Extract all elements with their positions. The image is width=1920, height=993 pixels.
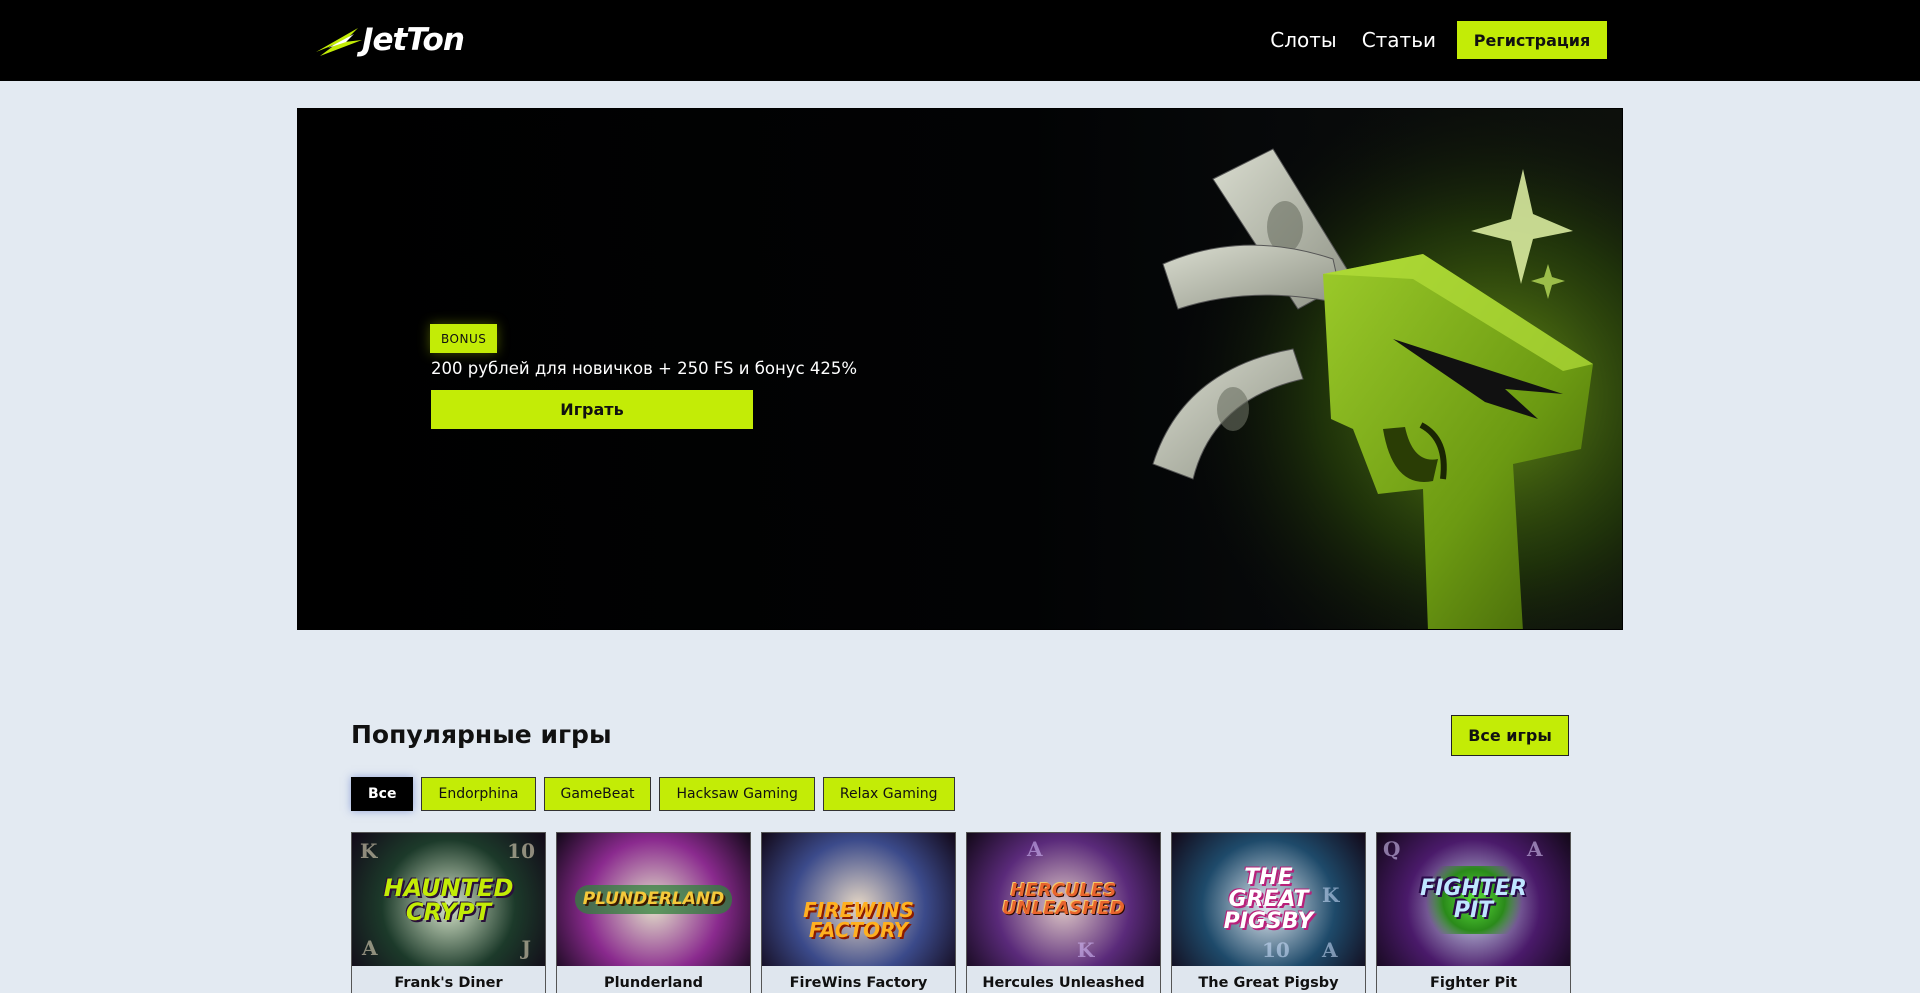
nav-link-articles[interactable]: Статьи <box>1362 28 1436 52</box>
logo-arrow-icon <box>316 28 362 56</box>
games-grid: K 10 A J HAUNTED CRYPT Frank's Diner PLU… <box>351 832 1571 993</box>
bonus-description: 200 рублей для новичков + 250 FS и бонус… <box>431 359 858 378</box>
popular-games-title: Популярные игры <box>351 720 612 749</box>
logo-text: JetTon <box>362 22 465 58</box>
filter-endorphina[interactable]: Endorphina <box>421 777 536 811</box>
game-logo: PLUNDERLAND <box>574 885 733 914</box>
game-name: Plunderland <box>557 966 750 993</box>
game-logo: FIGHTER PIT <box>1413 865 1534 934</box>
game-logo: HERCULES UNLEASHED <box>1002 879 1125 919</box>
filter-gamebeat[interactable]: GameBeat <box>543 777 652 811</box>
game-name: Fighter Pit <box>1377 966 1570 993</box>
game-card-hercules-unleashed[interactable]: A K HERCULES UNLEASHED Hercules Unleashe… <box>966 832 1161 993</box>
register-button[interactable]: Регистрация <box>1457 21 1607 59</box>
game-thumbnail: PLUNDERLAND <box>557 833 750 966</box>
game-card-firewins-factory[interactable]: FIREWINS FACTORY FireWins Factory <box>761 832 956 993</box>
game-card-plunderland[interactable]: PLUNDERLAND Plunderland <box>556 832 751 993</box>
site-header: JetTon Слоты Статьи Регистрация <box>0 0 1920 81</box>
hero-banner: BONUS 200 рублей для новичков + 250 FS и… <box>297 108 1623 630</box>
game-name: Hercules Unleashed <box>967 966 1160 993</box>
play-button[interactable]: Играть <box>431 390 753 429</box>
game-thumbnail: K 10 A J HAUNTED CRYPT <box>352 833 545 966</box>
game-card-franks-diner[interactable]: K 10 A J HAUNTED CRYPT Frank's Diner <box>351 832 546 993</box>
game-name: The Great Pigsby <box>1172 966 1365 993</box>
filter-all[interactable]: Все <box>351 777 414 811</box>
game-logo: FIREWINS FACTORY <box>803 897 914 942</box>
filter-hacksaw-gaming[interactable]: Hacksaw Gaming <box>659 777 815 811</box>
game-card-fighter-pit[interactable]: Q A FIGHTER PIT Fighter Pit <box>1376 832 1571 993</box>
money-gun-illustration <box>1093 109 1622 629</box>
game-logo: THE GREAT PIGSBY <box>1223 864 1314 934</box>
game-name: FireWins Factory <box>762 966 955 993</box>
all-games-button[interactable]: Все игры <box>1451 715 1569 756</box>
main-nav: Слоты Статьи Регистрация <box>1270 21 1607 59</box>
game-thumbnail: A K HERCULES UNLEASHED <box>967 833 1160 966</box>
logo[interactable]: JetTon <box>314 22 494 58</box>
game-thumbnail: K 10 A THE GREAT PIGSBY <box>1172 833 1365 966</box>
nav-link-slots[interactable]: Слоты <box>1270 28 1336 52</box>
game-thumbnail: Q A FIGHTER PIT <box>1377 833 1570 966</box>
provider-filters: Все Endorphina GameBeat Hacksaw Gaming R… <box>351 777 963 811</box>
filter-relax-gaming[interactable]: Relax Gaming <box>822 777 955 811</box>
game-name: Frank's Diner <box>352 966 545 993</box>
game-logo: HAUNTED CRYPT <box>383 873 514 926</box>
game-card-the-great-pigsby[interactable]: K 10 A THE GREAT PIGSBY The Great Pigsby <box>1171 832 1366 993</box>
game-thumbnail: FIREWINS FACTORY <box>762 833 955 966</box>
bonus-badge: BONUS <box>430 324 498 353</box>
